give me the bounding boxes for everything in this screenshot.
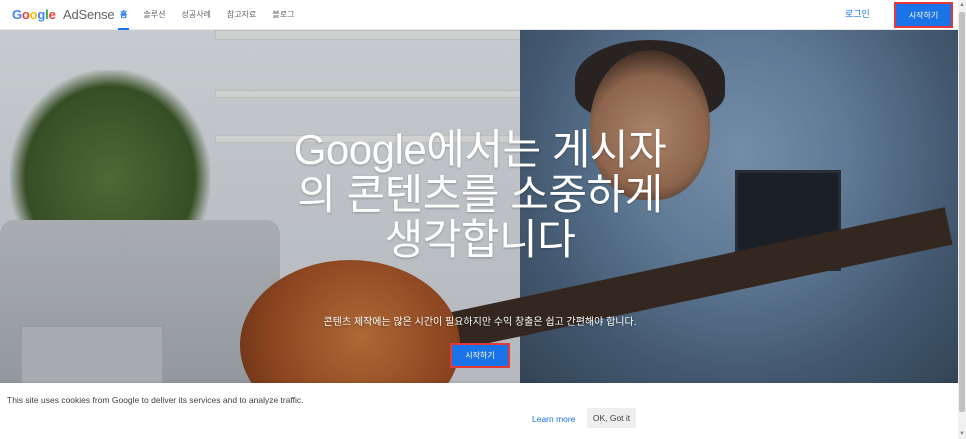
- product-name: AdSense: [63, 7, 115, 22]
- nav-item-resources[interactable]: 참고자료: [219, 0, 264, 30]
- nav-item-blog[interactable]: 블로그: [264, 0, 302, 30]
- nav-item-solutions[interactable]: 솔루션: [135, 0, 173, 30]
- scroll-down-arrow-icon[interactable]: ▼: [958, 429, 966, 439]
- learn-more-link[interactable]: Learn more: [532, 414, 575, 424]
- start-button-header[interactable]: 시작하기: [894, 2, 953, 28]
- top-navigation-bar: Google AdSense 홈 솔루션 성공사례 참고자료 블로그 로그인 시…: [0, 0, 958, 30]
- login-link[interactable]: 로그인: [845, 7, 870, 20]
- ok-got-it-button[interactable]: OK, Got it: [587, 408, 636, 428]
- hero-title: Google에서는 게시자의 콘텐츠를 소중하게 생각합니다: [293, 126, 667, 263]
- main-nav: 홈 솔루션 성공사례 참고자료 블로그: [112, 0, 302, 30]
- scroll-thumb[interactable]: [959, 12, 965, 412]
- cookie-banner: This site uses cookies from Google to de…: [0, 383, 958, 439]
- nav-item-home[interactable]: 홈: [112, 0, 135, 30]
- hero-subtitle: 콘텐츠 제작에는 많은 시간이 필요하지만 수익 창출은 쉽고 간편해야 합니다…: [323, 317, 637, 328]
- google-logo-text: Google: [12, 7, 56, 22]
- start-button-hero[interactable]: 시작하기: [450, 343, 510, 368]
- nav-item-success-stories[interactable]: 성공사례: [173, 0, 218, 30]
- scroll-up-arrow-icon[interactable]: ▲: [958, 0, 966, 10]
- vertical-scrollbar[interactable]: ▲ ▼: [958, 0, 966, 439]
- adsense-logo[interactable]: Google AdSense: [12, 7, 115, 22]
- cookie-message: This site uses cookies from Google to de…: [7, 395, 304, 405]
